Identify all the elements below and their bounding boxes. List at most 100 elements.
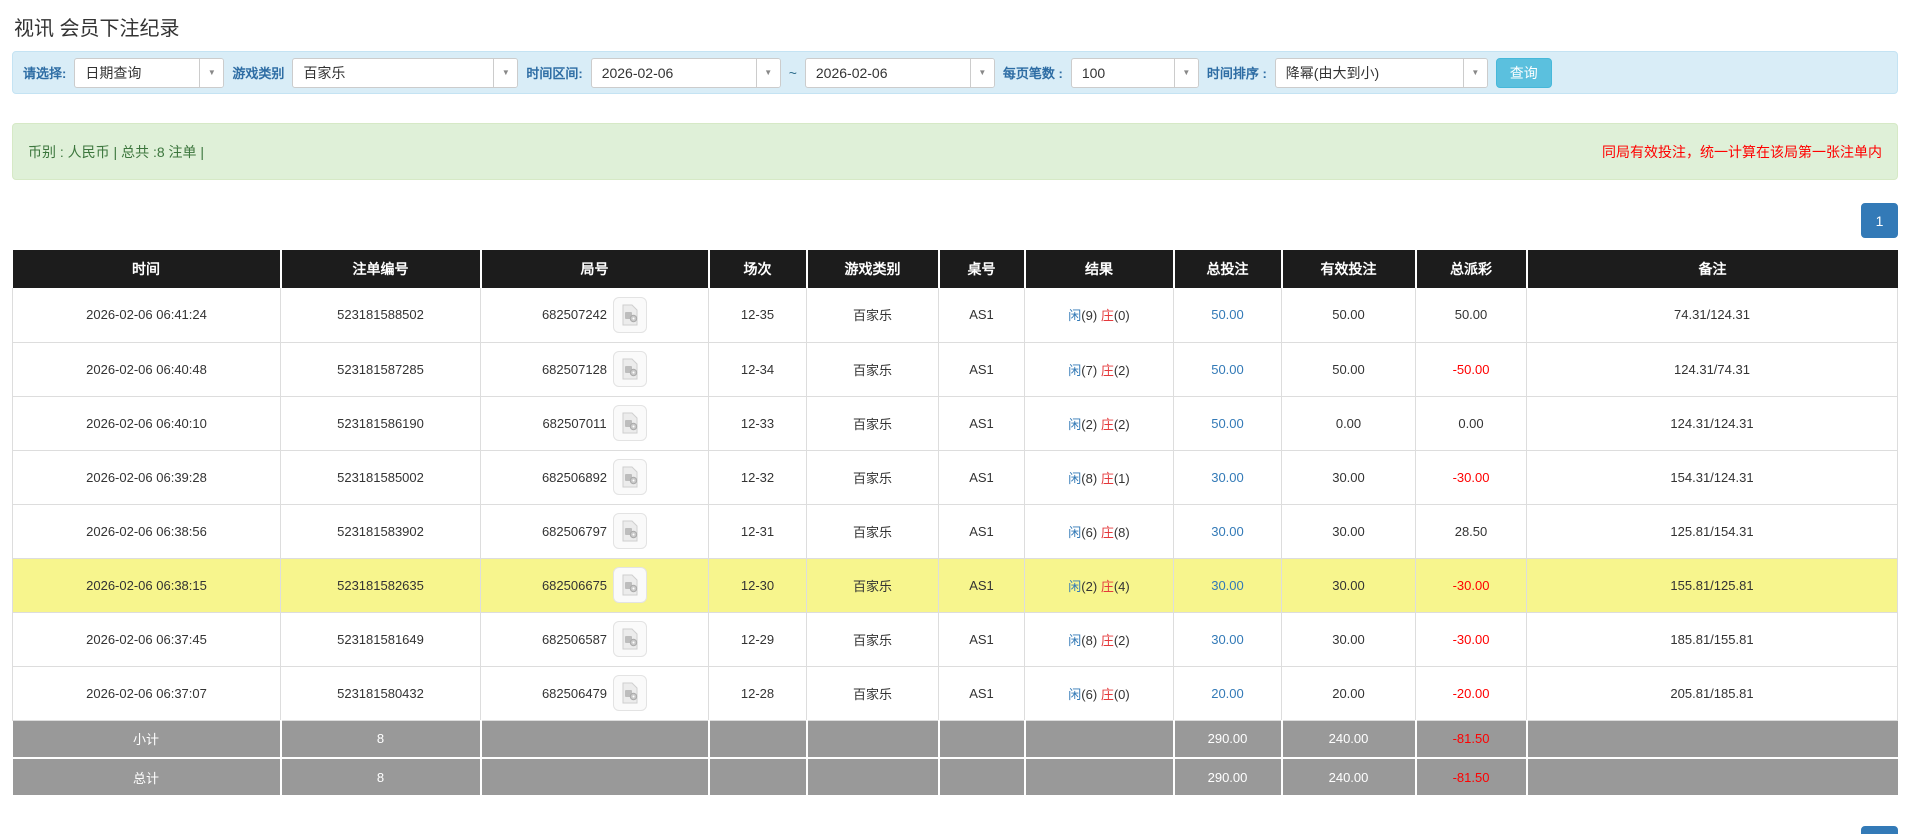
column-header: 总派彩	[1415, 250, 1528, 288]
payout-cell: 0.00	[1415, 396, 1527, 451]
game-type-cell: 百家乐	[806, 504, 939, 559]
video-replay-button[interactable]	[613, 351, 648, 387]
session-cell: 12-30	[708, 558, 807, 613]
summary-total-bet-cell: 290.00	[1173, 720, 1283, 759]
total-bet-cell[interactable]: 30.00	[1173, 612, 1282, 667]
video-replay-button[interactable]	[613, 459, 648, 495]
bet-id-cell: 523181587285	[280, 342, 481, 397]
currency-total-text: 币别 : 人民币 | 总共 :8 注单 |	[28, 143, 205, 160]
time-cell: 2026-02-06 06:38:56	[12, 504, 281, 559]
round-id-text: 682506675	[541, 577, 608, 593]
banker-result: 庄	[1100, 524, 1114, 540]
valid-bet-cell: 30.00	[1281, 612, 1416, 667]
total-bet-cell[interactable]: 50.00	[1173, 288, 1282, 343]
page-size-select[interactable]: 100 ▼	[1070, 57, 1199, 88]
round-id-text: 682507128	[541, 361, 608, 377]
bet-id-cell: 523181581649	[280, 612, 481, 667]
date-to-value: 2026-02-06	[815, 64, 888, 81]
page-size-value: 100	[1081, 64, 1106, 81]
query-type-select[interactable]: 日期查询 ▼	[74, 57, 225, 88]
summary-count-cell: 8	[280, 720, 482, 759]
session-cell: 12-33	[708, 396, 807, 451]
summary-payout-cell: -81.50	[1415, 720, 1528, 759]
summary-count-cell: 8	[280, 758, 482, 797]
summary-empty-cell	[806, 720, 940, 759]
film-icon	[622, 628, 638, 650]
valid-bet-note: 同局有效投注，统一计算在该局第一张注单内	[1602, 143, 1882, 160]
chevron-down-icon: ▼	[199, 58, 224, 87]
bet-id-cell: 523181582635	[280, 558, 481, 613]
page-1-button-bottom[interactable]: 1	[1861, 826, 1898, 834]
result-cell: 闲(2) 庄(4)	[1024, 558, 1174, 613]
filter-panel: 请选择: 日期查询 ▼ 游戏类别 百家乐 ▼ 时间区间: 2026-02-06 …	[12, 51, 1898, 94]
film-icon	[622, 304, 638, 326]
summary-empty-cell	[480, 720, 710, 759]
valid-bet-cell: 30.00	[1281, 504, 1416, 559]
film-icon	[622, 682, 638, 704]
note-cell: 155.81/125.81	[1526, 558, 1898, 613]
total-bet-cell[interactable]: 20.00	[1173, 666, 1282, 721]
video-replay-button[interactable]	[613, 513, 648, 549]
video-replay-button[interactable]	[613, 675, 648, 711]
pagination-top: 1	[12, 203, 1898, 238]
total-bet-cell[interactable]: 50.00	[1173, 396, 1282, 451]
time-cell: 2026-02-06 06:37:07	[12, 666, 281, 721]
column-header: 总投注	[1173, 250, 1283, 288]
round-id-wrap: 682507242	[542, 296, 648, 333]
video-replay-button[interactable]	[613, 296, 648, 333]
game-type-select[interactable]: 百家乐 ▼	[292, 57, 519, 88]
time-sort-select[interactable]: 降幂(由大到小) ▼	[1274, 57, 1488, 88]
film-icon	[622, 466, 638, 488]
round-id-text: 682506797	[541, 523, 608, 539]
payout-cell: -50.00	[1415, 342, 1527, 397]
summary-empty-cell	[480, 758, 710, 797]
video-replay-button[interactable]	[612, 405, 647, 441]
payout-cell: 50.00	[1415, 288, 1527, 343]
summary-bar: 币别 : 人民币 | 总共 :8 注单 | 同局有效投注，统一计算在该局第一张注…	[12, 123, 1898, 180]
summary-valid-bet-cell: 240.00	[1281, 758, 1417, 797]
total-bet-cell[interactable]: 30.00	[1173, 450, 1282, 505]
banker-result: 庄	[1100, 470, 1114, 486]
round-id-wrap: 682507128	[541, 351, 648, 387]
summary-label-cell: 总计	[12, 758, 282, 797]
video-replay-button[interactable]	[613, 567, 648, 603]
film-icon	[622, 520, 638, 542]
round-id-text: 682506587	[541, 631, 608, 647]
total-bet-cell[interactable]: 50.00	[1173, 342, 1282, 397]
round-id-cell: 682506892	[480, 450, 709, 505]
bet-record-row: 2026-02-06 06:39:28 523181585002 682506892…	[12, 450, 1898, 505]
time-cell: 2026-02-06 06:40:48	[12, 342, 281, 397]
summary-valid-bet-cell: 240.00	[1281, 720, 1417, 759]
search-button[interactable]: 查询	[1495, 57, 1552, 88]
time-cell: 2026-02-06 06:40:10	[12, 396, 281, 451]
date-from-select[interactable]: 2026-02-06 ▼	[590, 57, 781, 88]
valid-bet-cell: 50.00	[1281, 288, 1416, 343]
valid-bet-cell: 50.00	[1281, 342, 1416, 397]
round-id-wrap: 682506892	[542, 459, 648, 495]
result-cell: 闲(9) 庄(0)	[1024, 288, 1174, 343]
time-sort-label: 时间排序 :	[1206, 66, 1267, 81]
banker-result: 庄	[1100, 686, 1114, 702]
page-size-label: 每页笔数 :	[1002, 66, 1063, 81]
bet-id-cell: 523181585002	[280, 450, 481, 505]
table-number-cell: AS1	[938, 342, 1025, 397]
player-result: 闲	[1068, 524, 1082, 540]
round-id-cell: 682506479	[480, 666, 709, 721]
banker-result: 庄	[1100, 416, 1114, 432]
page-1-button[interactable]: 1	[1861, 203, 1898, 238]
total-bet-cell[interactable]: 30.00	[1173, 558, 1282, 613]
total-bet-cell[interactable]: 30.00	[1173, 504, 1282, 559]
game-type-cell: 百家乐	[806, 450, 939, 505]
date-to-select[interactable]: 2026-02-06 ▼	[804, 57, 995, 88]
player-result: 闲	[1068, 578, 1082, 594]
summary-row: 总计 8 290.00 240.00 -81.50	[12, 758, 1898, 797]
game-type-value: 百家乐	[303, 64, 346, 81]
round-id-text: 682507011	[542, 415, 607, 431]
result-cell: 闲(2) 庄(2)	[1024, 396, 1174, 451]
payout-cell: -30.00	[1415, 612, 1527, 667]
valid-bet-cell: 20.00	[1281, 666, 1416, 721]
note-cell: 205.81/185.81	[1526, 666, 1898, 721]
player-result: 闲	[1068, 686, 1082, 702]
column-header: 结果	[1024, 250, 1175, 288]
video-replay-button[interactable]	[613, 621, 648, 657]
